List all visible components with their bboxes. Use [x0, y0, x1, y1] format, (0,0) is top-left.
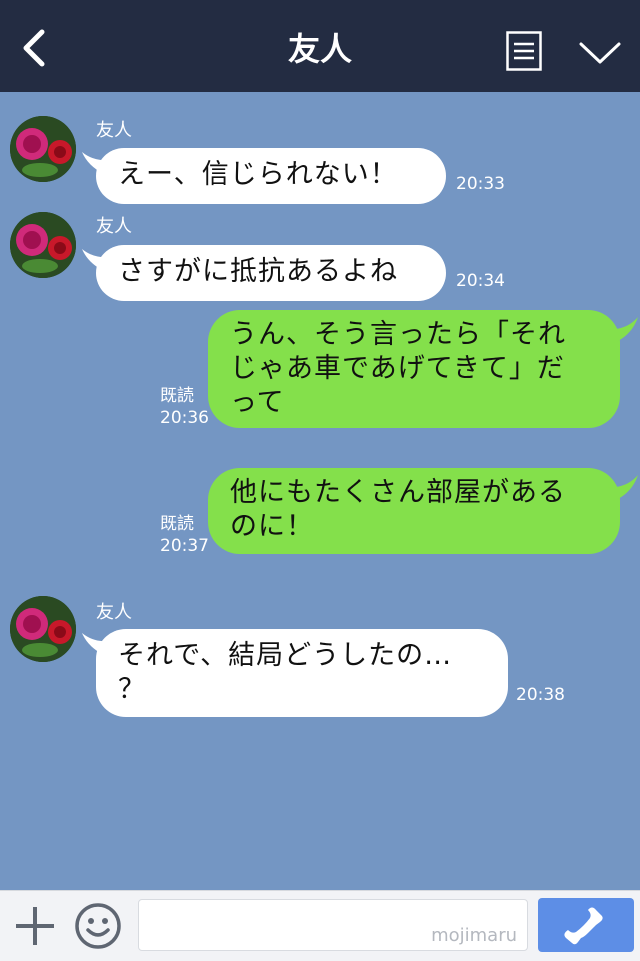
back-button[interactable] [18, 28, 58, 68]
message-time: 20:34 [456, 271, 505, 291]
sender-name: 友人 [96, 120, 132, 141]
avatar[interactable] [10, 116, 76, 182]
message-text-line: じゃあ車であげてきて」だ [230, 353, 565, 384]
message-text-line: 他にもたくさん部屋がある [230, 477, 566, 508]
chevron-down-icon [579, 42, 621, 64]
rose-avatar-icon [10, 116, 76, 182]
emoji-icon [75, 903, 121, 949]
message-bubble-incoming[interactable]: さすがに抵抗あるよね [96, 245, 446, 301]
watermark-text: mojimaru [431, 925, 517, 946]
collapse-menu-button[interactable] [578, 36, 622, 70]
message-text-line: ？ [118, 674, 146, 705]
message-bubble-outgoing[interactable]: 他にもたくさん部屋がある のに！ [208, 468, 620, 554]
back-chevron-icon [23, 29, 45, 67]
rose-avatar-icon [10, 212, 76, 278]
read-receipt: 既読 20:36 [160, 385, 209, 429]
message-text: さすがに抵抗あるよね [118, 256, 398, 287]
menu-button[interactable] [506, 31, 542, 71]
rose-avatar-icon [10, 596, 76, 662]
message-time: 20:37 [160, 536, 209, 556]
message-text-line: それで、結局どうしたの… [118, 640, 453, 671]
input-bar: mojimaru [0, 890, 640, 961]
message-text: えー、信じられない！ [118, 159, 398, 190]
message-bubble-incoming[interactable]: えー、信じられない！ [96, 148, 446, 204]
message-input[interactable]: mojimaru [138, 899, 528, 951]
message-bubble-incoming[interactable]: それで、結局どうしたの… ？ [96, 629, 508, 717]
message-text-line: うん、そう言ったら「それ [230, 319, 566, 350]
emoji-button[interactable] [74, 902, 122, 950]
plus-icon [16, 907, 54, 945]
message-time: 20:33 [456, 174, 505, 194]
message-text-line: のに！ [230, 511, 314, 542]
phone-icon [564, 907, 603, 945]
read-receipt: 既読 20:37 [160, 513, 209, 557]
message-bubble-outgoing[interactable]: うん、そう言ったら「それ じゃあ車であげてきて」だ って [208, 310, 620, 428]
call-button[interactable] [538, 898, 634, 952]
menu-icon [506, 31, 542, 71]
sender-name: 友人 [96, 602, 132, 623]
message-text-line: って [230, 387, 285, 418]
bubble-tail [606, 475, 638, 501]
bubble-tail [606, 317, 638, 343]
message-time: 20:38 [516, 685, 565, 705]
message-list[interactable]: 友人 えー、信じられない！ 20:33 友人 さすがに抵抗あるよね 20:34 … [0, 92, 640, 890]
sender-name: 友人 [96, 216, 132, 237]
message-time: 20:36 [160, 408, 209, 428]
avatar[interactable] [10, 596, 76, 662]
read-label: 既読 [160, 386, 194, 406]
avatar[interactable] [10, 212, 76, 278]
add-button[interactable] [14, 905, 56, 947]
read-label: 既読 [160, 514, 194, 534]
chat-header: 友人 [0, 0, 640, 92]
chat-title: 友人 [287, 30, 352, 68]
